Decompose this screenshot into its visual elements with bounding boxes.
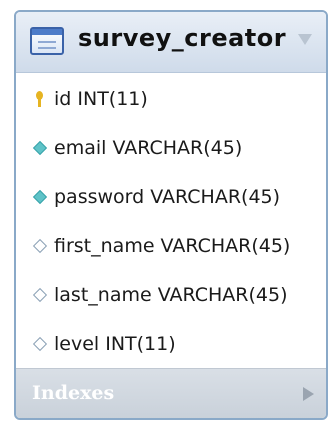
column-label: password VARCHAR(45): [54, 185, 281, 208]
column-row-id[interactable]: id INT(11): [16, 74, 326, 123]
column-row-password[interactable]: password VARCHAR(45): [16, 172, 326, 221]
column-label: first_name VARCHAR(45): [54, 234, 291, 257]
table-header[interactable]: survey_creator: [16, 12, 326, 73]
not-null-column-icon: [32, 140, 48, 156]
survey-creator-table[interactable]: survey_creator id INT(11) email VARCHAR(…: [14, 10, 328, 420]
column-row-first-name[interactable]: first_name VARCHAR(45): [16, 221, 326, 270]
nullable-column-icon: [32, 238, 48, 254]
table-icon: [30, 27, 64, 55]
indexes-section[interactable]: Indexes: [16, 368, 326, 418]
not-null-column-icon: [32, 189, 48, 205]
indexes-label: Indexes: [32, 382, 115, 404]
expand-triangle-icon[interactable]: [303, 387, 314, 401]
column-row-last-name[interactable]: last_name VARCHAR(45): [16, 270, 326, 319]
column-row-level[interactable]: level INT(11): [16, 319, 326, 368]
column-list: id INT(11) email VARCHAR(45) password VA…: [16, 74, 326, 368]
primary-key-icon: [32, 90, 48, 107]
column-label: id INT(11): [54, 87, 148, 110]
nullable-column-icon: [32, 336, 48, 352]
column-label: last_name VARCHAR(45): [54, 283, 288, 306]
table-title: survey_creator: [78, 24, 287, 52]
column-label: email VARCHAR(45): [54, 136, 243, 159]
collapse-triangle-icon[interactable]: [298, 34, 312, 45]
column-row-email[interactable]: email VARCHAR(45): [16, 123, 326, 172]
nullable-column-icon: [32, 287, 48, 303]
column-label: level INT(11): [54, 332, 176, 355]
